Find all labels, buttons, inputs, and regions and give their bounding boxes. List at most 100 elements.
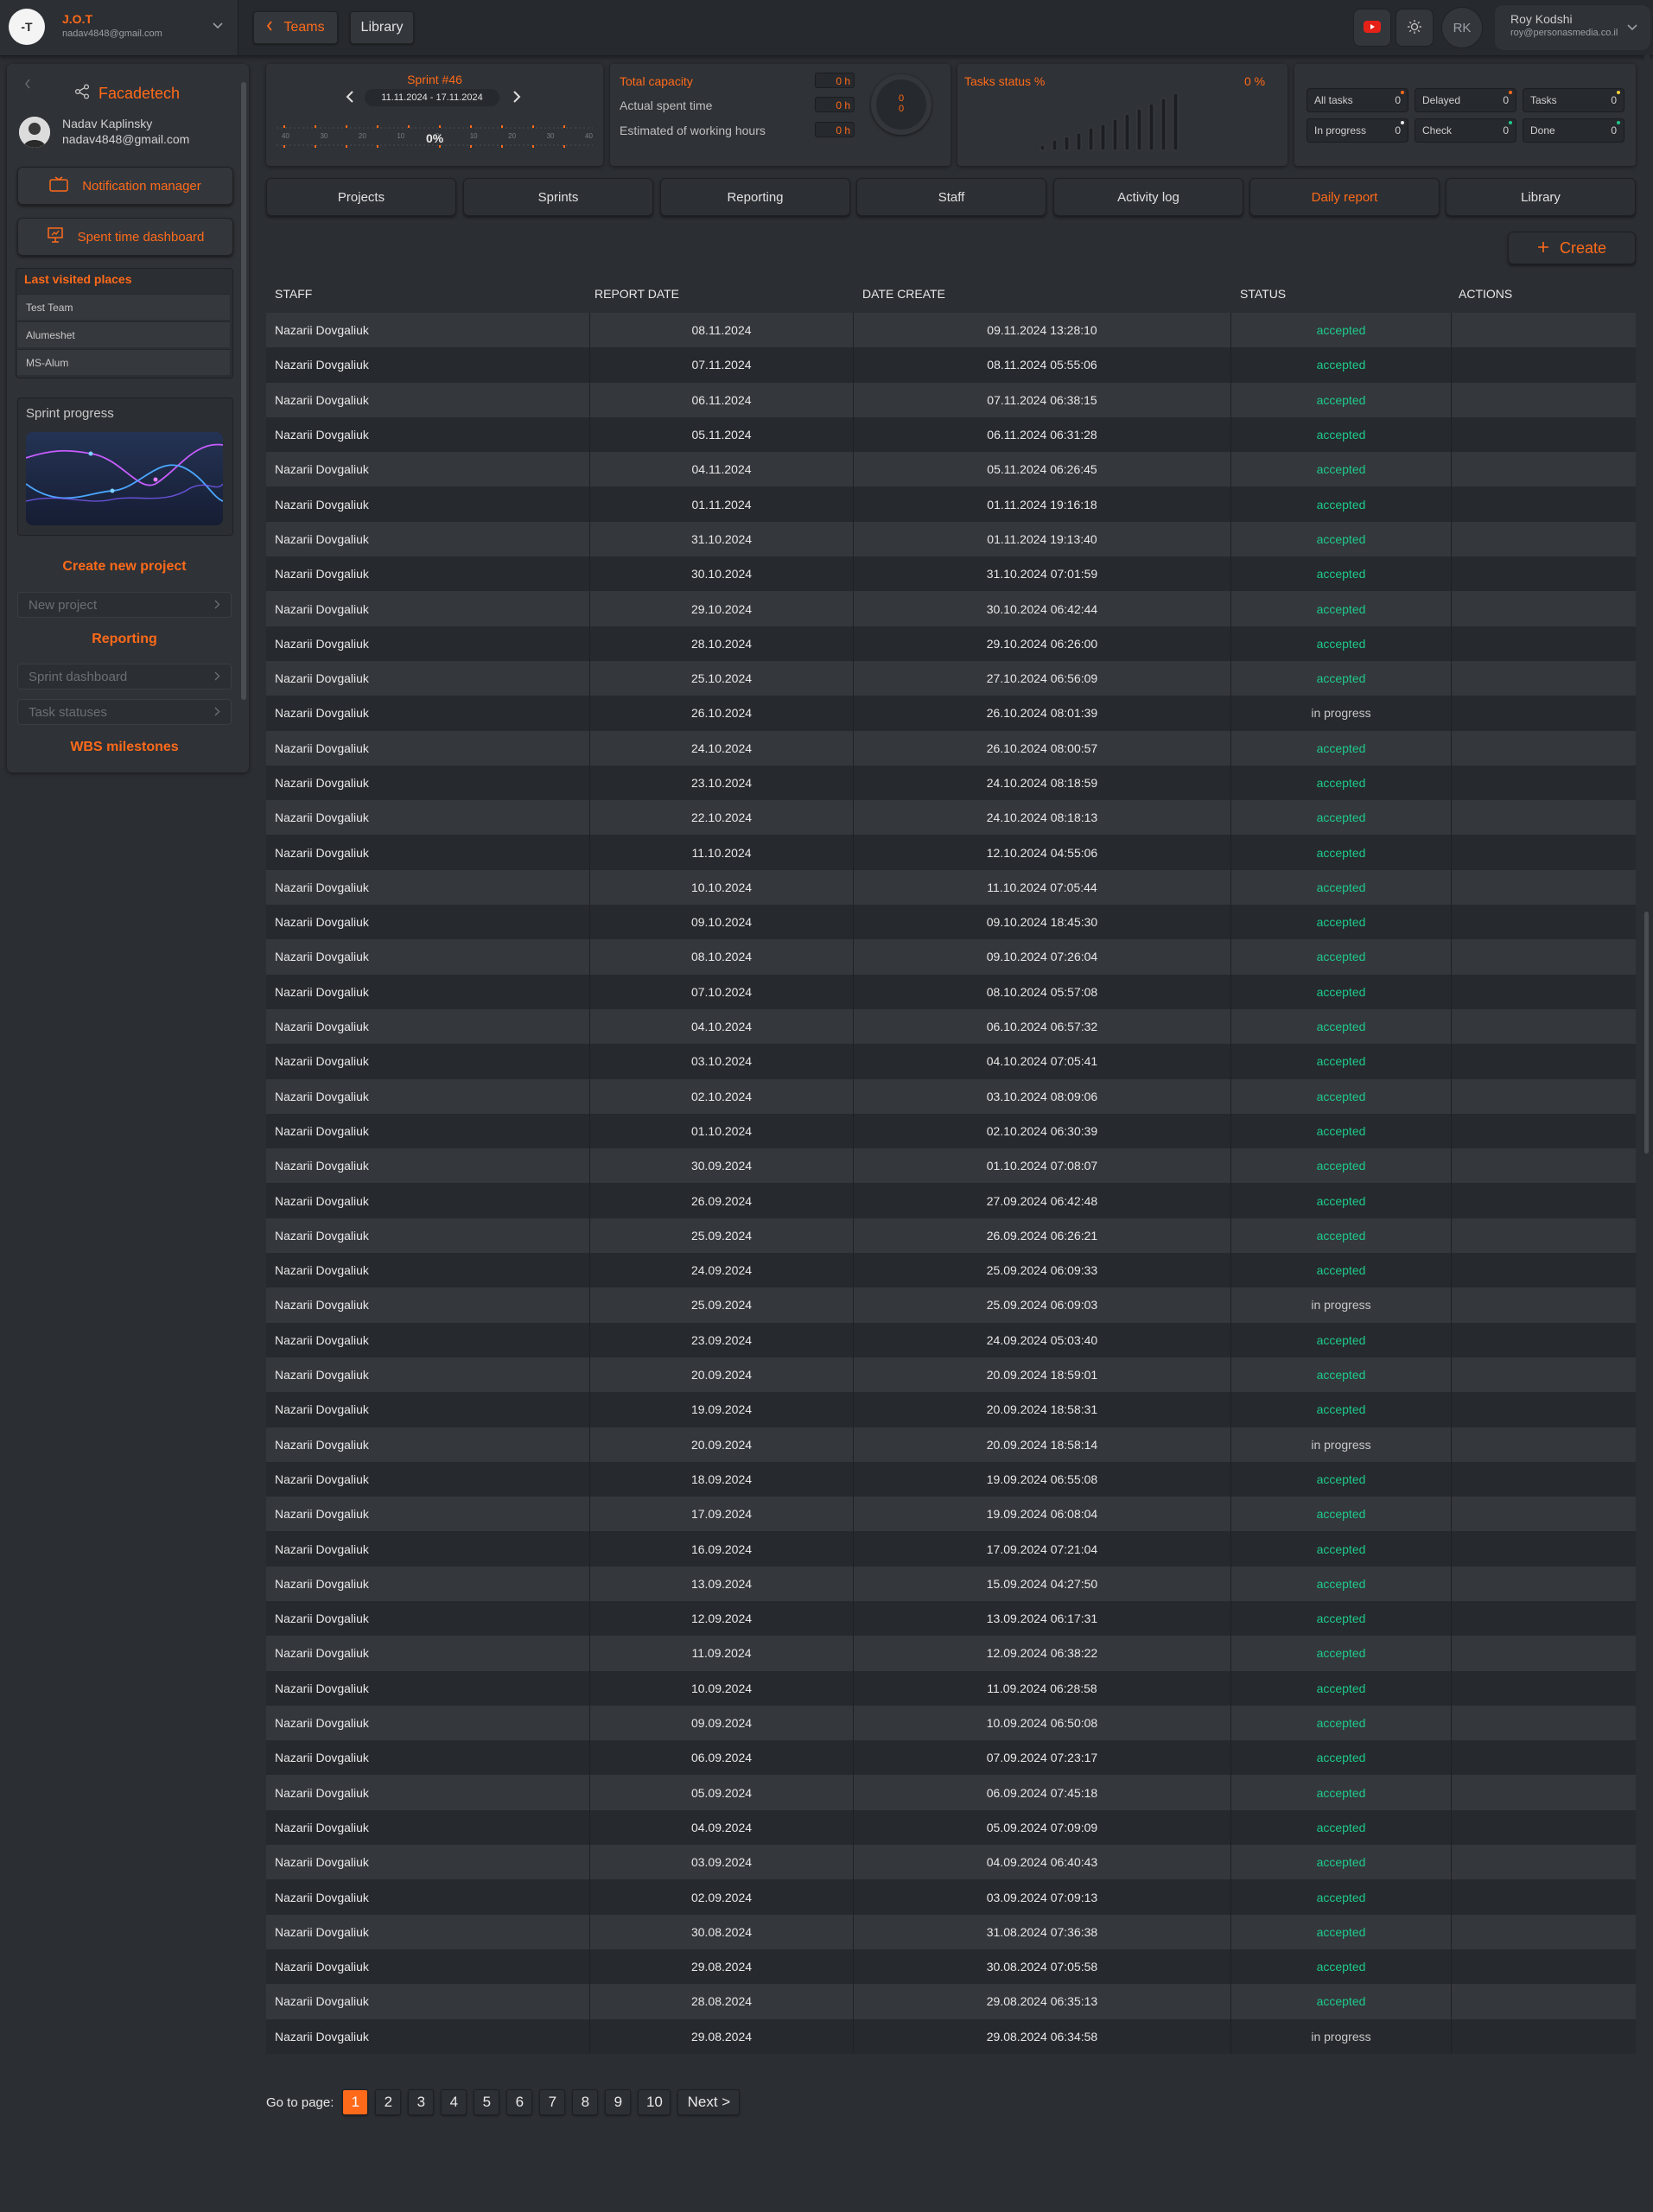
table-row[interactable]: Nazarii Dovgaliuk 24.10.2024 26.10.2024 08…: [266, 730, 1636, 766]
company-name[interactable]: Facadetech: [74, 84, 180, 104]
sprint-dashboard-select[interactable]: Sprint dashboard: [17, 664, 232, 690]
table-row[interactable]: Nazarii Dovgaliuk 07.11.2024 08.11.2024 05…: [266, 347, 1636, 383]
page-scrollbar-thumb[interactable]: [1644, 912, 1649, 1154]
header-status[interactable]: STATUS: [1231, 287, 1452, 301]
cell-actions[interactable]: [1452, 661, 1636, 696]
table-row[interactable]: Nazarii Dovgaliuk 11.10.2024 12.10.2024 04…: [266, 835, 1636, 870]
cell-actions[interactable]: [1452, 1427, 1636, 1462]
new-project-select[interactable]: New project: [17, 592, 232, 618]
cell-actions[interactable]: [1452, 1009, 1636, 1044]
cell-actions[interactable]: [1452, 1287, 1636, 1322]
cell-actions[interactable]: [1452, 835, 1636, 869]
cell-actions[interactable]: [1452, 1323, 1636, 1357]
cell-actions[interactable]: [1452, 1567, 1636, 1601]
header-report-date[interactable]: REPORT DATE: [590, 287, 854, 301]
cell-actions[interactable]: [1452, 1392, 1636, 1427]
table-row[interactable]: Nazarii Dovgaliuk 17.09.2024 19.09.2024 06…: [266, 1497, 1636, 1532]
last-visited-item[interactable]: MS-Alum: [17, 349, 230, 375]
table-row[interactable]: Nazarii Dovgaliuk 10.10.2024 11.10.2024 07…: [266, 869, 1636, 906]
table-row[interactable]: Nazarii Dovgaliuk 11.09.2024 12.09.2024 06…: [266, 1636, 1636, 1671]
youtube-button[interactable]: [1353, 9, 1391, 47]
cell-actions[interactable]: [1452, 383, 1636, 417]
cell-actions[interactable]: [1452, 556, 1636, 591]
cell-actions[interactable]: [1452, 1183, 1636, 1217]
tab-library[interactable]: Library: [1446, 178, 1636, 216]
cell-actions[interactable]: [1452, 766, 1636, 800]
table-row[interactable]: Nazarii Dovgaliuk 08.10.2024 09.10.2024 07…: [266, 939, 1636, 975]
cell-actions[interactable]: [1452, 522, 1636, 556]
cell-actions[interactable]: [1452, 1497, 1636, 1531]
back-to-teams-button[interactable]: Teams: [253, 11, 338, 44]
table-row[interactable]: Nazarii Dovgaliuk 10.09.2024 11.09.2024 06…: [266, 1670, 1636, 1706]
table-row[interactable]: Nazarii Dovgaliuk 22.10.2024 24.10.2024 08…: [266, 800, 1636, 836]
task-statuses-select[interactable]: Task statuses: [17, 699, 232, 725]
table-row[interactable]: Nazarii Dovgaliuk 04.09.2024 05.09.2024 07…: [266, 1809, 1636, 1846]
page-button[interactable]: 9: [605, 2089, 632, 2115]
cell-actions[interactable]: [1452, 313, 1636, 347]
table-row[interactable]: Nazarii Dovgaliuk 03.09.2024 04.09.2024 06…: [266, 1845, 1636, 1880]
cell-actions[interactable]: [1452, 1845, 1636, 1879]
cell-actions[interactable]: [1452, 1357, 1636, 1392]
cell-actions[interactable]: [1452, 696, 1636, 730]
page-button[interactable]: 1: [342, 2089, 369, 2115]
table-row[interactable]: Nazarii Dovgaliuk 26.09.2024 27.09.2024 06…: [266, 1183, 1636, 1218]
cell-actions[interactable]: [1452, 452, 1636, 486]
cell-actions[interactable]: [1452, 417, 1636, 452]
table-row[interactable]: Nazarii Dovgaliuk 28.08.2024 29.08.2024 06…: [266, 1984, 1636, 2019]
cell-actions[interactable]: [1452, 2019, 1636, 2054]
table-row[interactable]: Nazarii Dovgaliuk 23.10.2024 24.10.2024 08…: [266, 765, 1636, 801]
table-row[interactable]: Nazarii Dovgaliuk 30.08.2024 31.08.2024 07…: [266, 1914, 1636, 1949]
table-row[interactable]: Nazarii Dovgaliuk 04.11.2024 05.11.2024 06…: [266, 452, 1636, 487]
notification-manager-button[interactable]: Notification manager: [17, 167, 233, 205]
page-button[interactable]: 4: [441, 2089, 467, 2115]
table-row[interactable]: Nazarii Dovgaliuk 08.11.2024 09.11.2024 13…: [266, 313, 1636, 348]
table-row[interactable]: Nazarii Dovgaliuk 30.09.2024 01.10.2024 07…: [266, 1148, 1636, 1184]
page-button[interactable]: 8: [572, 2089, 599, 2115]
last-visited-item[interactable]: Test Team: [17, 294, 230, 320]
page-button[interactable]: 10: [638, 2089, 671, 2115]
cell-actions[interactable]: [1452, 1531, 1636, 1566]
wbs-milestones-link[interactable]: WBS milestones: [17, 740, 232, 755]
cell-actions[interactable]: [1452, 1148, 1636, 1183]
table-row[interactable]: Nazarii Dovgaliuk 06.09.2024 07.09.2024 07…: [266, 1740, 1636, 1776]
table-row[interactable]: Nazarii Dovgaliuk 03.10.2024 04.10.2024 07…: [266, 1044, 1636, 1079]
cell-actions[interactable]: [1452, 1218, 1636, 1253]
cell-actions[interactable]: [1452, 486, 1636, 521]
table-row[interactable]: Nazarii Dovgaliuk 24.09.2024 25.09.2024 06…: [266, 1253, 1636, 1288]
table-row[interactable]: Nazarii Dovgaliuk 25.09.2024 25.09.2024 06…: [266, 1287, 1636, 1323]
table-row[interactable]: Nazarii Dovgaliuk 30.10.2024 31.10.2024 07…: [266, 556, 1636, 592]
tab-staff[interactable]: Staff: [856, 178, 1046, 216]
table-row[interactable]: Nazarii Dovgaliuk 20.09.2024 20.09.2024 18…: [266, 1357, 1636, 1393]
table-row[interactable]: Nazarii Dovgaliuk 25.09.2024 26.09.2024 06…: [266, 1217, 1636, 1254]
table-row[interactable]: Nazarii Dovgaliuk 28.10.2024 29.10.2024 06…: [266, 626, 1636, 661]
table-row[interactable]: Nazarii Dovgaliuk 25.10.2024 27.10.2024 06…: [266, 660, 1636, 696]
page-button[interactable]: 7: [539, 2089, 566, 2115]
table-row[interactable]: Nazarii Dovgaliuk 09.09.2024 10.09.2024 06…: [266, 1705, 1636, 1741]
table-row[interactable]: Nazarii Dovgaliuk 12.09.2024 13.09.2024 06…: [266, 1600, 1636, 1637]
tab-sprints[interactable]: Sprints: [463, 178, 653, 216]
cell-actions[interactable]: [1452, 1044, 1636, 1078]
cell-actions[interactable]: [1452, 1079, 1636, 1114]
create-button[interactable]: Create: [1508, 232, 1636, 264]
spent-time-dashboard-button[interactable]: Spent time dashboard: [17, 218, 233, 256]
last-visited-item[interactable]: Alumeshet: [17, 321, 230, 347]
next-page-button[interactable]: Next >: [677, 2089, 741, 2115]
cell-actions[interactable]: [1452, 1949, 1636, 1984]
cell-actions[interactable]: [1452, 1706, 1636, 1740]
table-row[interactable]: Nazarii Dovgaliuk 02.10.2024 03.10.2024 08…: [266, 1078, 1636, 1114]
cell-actions[interactable]: [1452, 905, 1636, 939]
table-row[interactable]: Nazarii Dovgaliuk 04.10.2024 06.10.2024 06…: [266, 1008, 1636, 1045]
table-row[interactable]: Nazarii Dovgaliuk 31.10.2024 01.11.2024 19…: [266, 521, 1636, 557]
tab-activity-log[interactable]: Activity log: [1053, 178, 1243, 216]
cell-actions[interactable]: [1452, 1671, 1636, 1706]
header-date-create[interactable]: DATE CREATE: [854, 287, 1231, 301]
cell-actions[interactable]: [1452, 975, 1636, 1009]
cell-actions[interactable]: [1452, 800, 1636, 835]
cell-actions[interactable]: [1452, 1879, 1636, 1914]
table-row[interactable]: Nazarii Dovgaliuk 09.10.2024 09.10.2024 18…: [266, 905, 1636, 940]
user-avatar[interactable]: RK: [1441, 7, 1483, 48]
cell-actions[interactable]: [1452, 1114, 1636, 1148]
cell-actions[interactable]: [1452, 870, 1636, 905]
cell-actions[interactable]: [1452, 1915, 1636, 1949]
table-row[interactable]: Nazarii Dovgaliuk 20.09.2024 20.09.2024 18…: [266, 1427, 1636, 1462]
